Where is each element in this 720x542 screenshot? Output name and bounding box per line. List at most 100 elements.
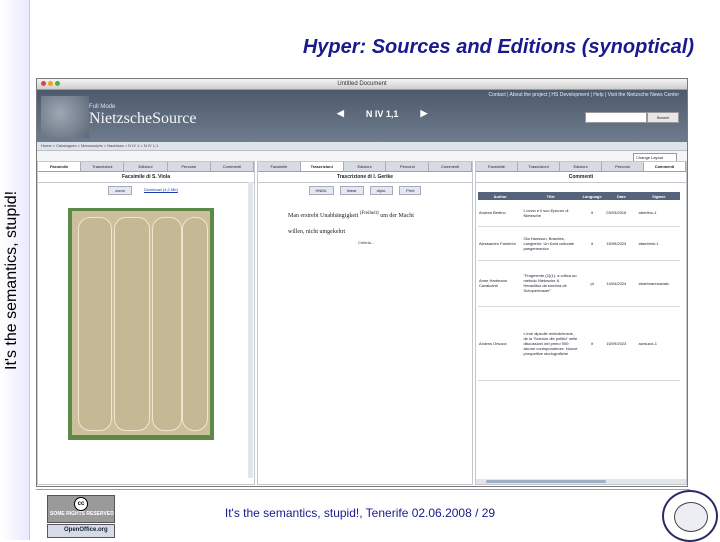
facsimile-scrollbar[interactable] — [248, 182, 253, 478]
title-cell[interactable]: L'ovvio e il suo Epicuro di Nietzsche — [522, 200, 579, 227]
author-cell: Alessandro Fambrini — [478, 226, 523, 261]
nietzsche-portrait-icon — [41, 96, 89, 138]
zoom-select[interactable]: zoom — [108, 186, 132, 195]
transcription-line: Man erstrebt Unabhängigkeit — [288, 213, 359, 219]
diplomatic-view-button[interactable]: diplo. — [369, 186, 394, 195]
column-header[interactable]: Language — [578, 192, 606, 200]
manuscript-facsimile-image[interactable] — [68, 208, 214, 440]
comments-header-row: Author Title Language Date Sigiare — [478, 192, 680, 200]
tab-commenti[interactable]: Commenti — [211, 162, 255, 171]
column-header[interactable]: Author — [478, 192, 523, 200]
openoffice-badge: OpenOffice.org — [47, 524, 115, 538]
seal-emblem — [674, 502, 708, 532]
tab-edizioni[interactable]: Edizioni — [124, 162, 168, 171]
table-row[interactable]: Anne Hartmann Cavalcanti "Fragmente (2)(… — [478, 260, 680, 307]
transcription-heading: Trascrizione di I. Gerike — [258, 172, 472, 183]
openoffice-badge-text: OpenOffice.org — [64, 527, 108, 533]
title-cell[interactable]: Ola Hansson, Brandes, Langbehn: Un Kant … — [522, 226, 579, 261]
comments-tabs: Facsimile Trascrizioni Edizioni Percorsi… — [476, 162, 686, 172]
tab-commenti[interactable]: Commenti — [644, 162, 686, 171]
tab-trascrizioni[interactable]: Trascrizioni — [81, 162, 125, 171]
title-cell[interactable]: L'ene dipsolle metodchnsne, de la 'Scien… — [522, 306, 579, 381]
language-cell: it — [578, 306, 606, 381]
comments-horizontal-scrollbar[interactable] — [476, 479, 686, 484]
window-titlebar: Untitled Document — [37, 79, 687, 90]
sigla-cell: ahartmanncavalc — [637, 260, 680, 307]
facsimile-heading: Facsimile di S. Viola — [38, 172, 254, 183]
date-cell: 14/04/2024 — [605, 260, 638, 307]
tab-edizioni[interactable]: Edizioni — [344, 162, 387, 171]
linear-view-button[interactable]: linear — [339, 186, 364, 195]
sigla-cell: aorsucci-1 — [637, 306, 680, 381]
tab-percorsi[interactable]: Percorsi — [386, 162, 430, 171]
transcription-insertion: (Freiheit) — [359, 211, 379, 216]
next-page-icon[interactable]: ▶ — [420, 108, 427, 119]
creative-commons-badge: cc SOME RIGHTS RESERVED — [47, 495, 115, 523]
creative-commons-icon: cc — [74, 497, 88, 511]
facsimile-tabs: Facsimile Trascrizioni Edizioni Percorsi… — [38, 162, 255, 172]
date-cell: 03/03/2016 — [605, 200, 638, 227]
tab-edizioni[interactable]: Edizioni — [560, 162, 602, 171]
transcription-text: Man erstrebt Unabhängigkeit (Freiheit) u… — [288, 206, 414, 240]
criteria-link[interactable]: Criteria... — [358, 240, 374, 245]
sigla-cell: abertino-1 — [637, 200, 680, 227]
language-cell: pt — [578, 260, 606, 307]
sigla-cell: afambrini-1 — [637, 226, 680, 261]
manuscript-strip — [114, 217, 150, 431]
download-link[interactable]: Download (4,2 Mb) — [138, 186, 184, 195]
column-header[interactable]: Date — [605, 192, 638, 200]
transcription-line: willen, nicht umgekehrt — [288, 229, 346, 235]
transcription-line-end: um der Macht — [380, 213, 414, 219]
scrollbar-thumb[interactable] — [486, 480, 606, 483]
column-header[interactable]: Title — [522, 192, 579, 200]
manuscript-strip — [152, 217, 182, 431]
side-tagline: It's the semantics, stupid! — [3, 190, 20, 370]
table-row[interactable]: Alessandro Fambrini Ola Hansson, Brandes… — [478, 226, 680, 261]
window-controls — [41, 81, 60, 86]
maximize-window-icon[interactable] — [55, 81, 60, 86]
top-navigation[interactable]: Contact | About the project | HS Develop… — [489, 92, 679, 98]
language-cell: it — [578, 226, 606, 261]
search-input[interactable] — [585, 112, 647, 123]
tab-trascrizioni[interactable]: Trascrizioni — [518, 162, 560, 171]
tab-facsimile[interactable]: Facsimile — [38, 162, 82, 171]
author-cell: Anne Hartmann Cavalcanti — [478, 260, 523, 307]
site-logo[interactable]: NietzscheSource — [89, 110, 197, 128]
university-seal-icon — [662, 490, 718, 542]
table-row[interactable]: Andrea Bertino L'ovvio e il suo Epicuro … — [478, 200, 680, 227]
transcription-view-buttons: HNML linear diplo. Print — [258, 183, 472, 198]
window-title: Untitled Document — [337, 81, 387, 87]
date-cell: 15/09/2023 — [605, 226, 638, 261]
manuscript-strip — [182, 217, 208, 431]
breadcrumb[interactable]: Home > Catalogues > Manuscripts > Nachla… — [37, 142, 687, 151]
page-navigator: ◀ N IV 1,1 ▶ — [337, 108, 427, 119]
slide-title: Hyper: Sources and Editions (synoptical) — [302, 36, 694, 58]
table-row[interactable]: Andrea Orsucci L'ene dipsolle metodchnsn… — [478, 306, 680, 381]
close-window-icon[interactable] — [41, 81, 46, 86]
transcription-pane: Facsimile Trascrizioni Edizioni Percorsi… — [257, 161, 473, 485]
side-band: It's the semantics, stupid! — [0, 0, 30, 540]
print-button[interactable]: Print — [399, 186, 422, 195]
comments-heading: Commenti — [476, 172, 686, 183]
comments-pane: Facsimile Trascrizioni Edizioni Percorsi… — [475, 161, 687, 485]
title-cell[interactable]: "Fragmente (2)(1): a critica ao método N… — [522, 260, 579, 307]
facsimile-pane: Facsimile Trascrizioni Edizioni Percorsi… — [37, 161, 255, 485]
transcription-tabs: Facsimile Trascrizioni Edizioni Percorsi… — [258, 162, 472, 172]
manuscript-strip — [78, 217, 112, 431]
tab-percorsi[interactable]: Percorsi — [168, 162, 211, 171]
tab-commenti[interactable]: Commenti — [429, 162, 472, 171]
minimize-window-icon[interactable] — [48, 81, 53, 86]
tab-facsimile[interactable]: Facsimile — [258, 162, 301, 171]
tab-facsimile[interactable]: Facsimile — [476, 162, 518, 171]
previous-page-icon[interactable]: ◀ — [337, 108, 344, 119]
tab-trascrizioni[interactable]: Trascrizioni — [300, 162, 344, 171]
hnml-view-button[interactable]: HNML — [308, 186, 334, 195]
site-banner: Contact | About the project | HS Develop… — [37, 90, 687, 142]
search-button[interactable]: Search — [647, 112, 679, 123]
tab-percorsi[interactable]: Percorsi — [602, 162, 644, 171]
author-cell: Andrea Orsucci — [478, 306, 523, 381]
comments-table: Author Title Language Date Sigiare Andre… — [478, 192, 680, 381]
language-cell: it — [578, 200, 606, 227]
facsimile-controls: zoom Download (4,2 Mb) — [38, 183, 254, 198]
column-header[interactable]: Sigiare — [637, 192, 680, 200]
